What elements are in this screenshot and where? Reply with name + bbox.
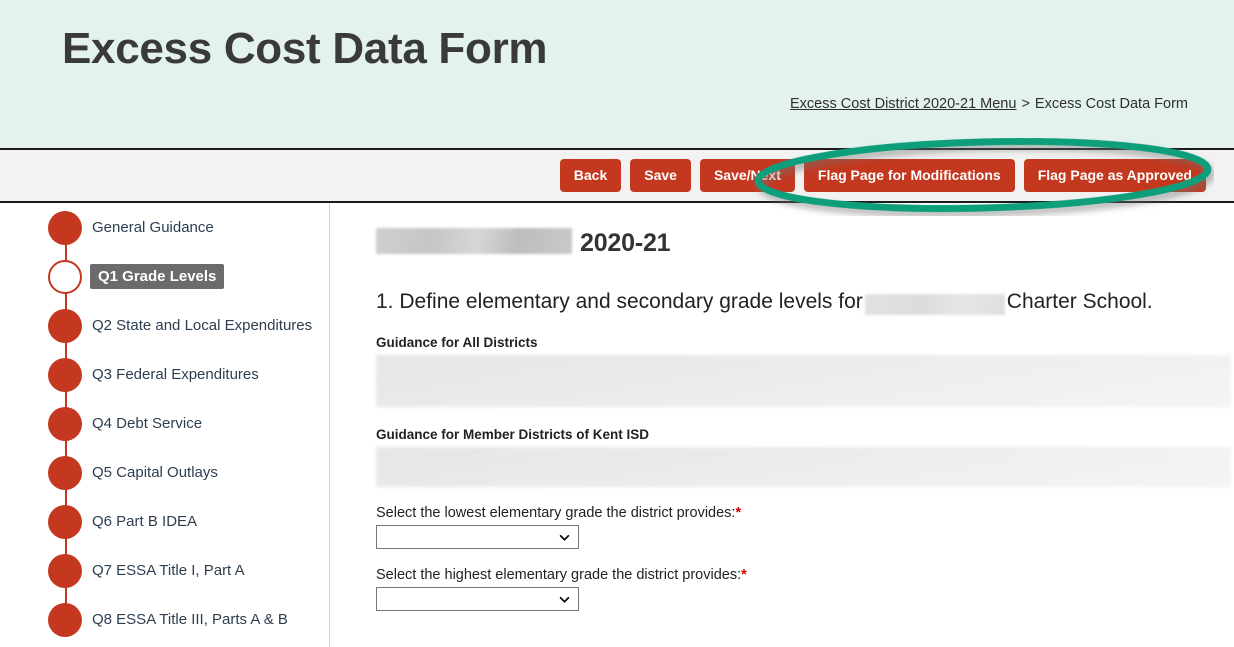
flag-page-for-modifications-button[interactable]: Flag Page for Modifications bbox=[803, 159, 1015, 192]
save-button[interactable]: Save bbox=[630, 159, 691, 192]
sidebar-item-q2-state-local-expenditures[interactable]: Q2 State and Local Expenditures bbox=[0, 277, 330, 350]
guidance-all-districts-content bbox=[376, 355, 1231, 408]
breadcrumb-separator: > bbox=[1021, 96, 1030, 112]
field-label-text: Select the highest elementary grade the … bbox=[376, 567, 742, 584]
nav-step-dot-icon bbox=[48, 406, 82, 441]
page-title: Excess Cost Data Form bbox=[62, 24, 548, 73]
sidebar-item-label: Q3 Federal Expenditures bbox=[92, 366, 259, 383]
nav-step-dot-icon bbox=[48, 210, 82, 245]
lowest-elementary-grade-label: Select the lowest elementary grade the d… bbox=[376, 505, 1234, 521]
school-year-label: 2020-21 bbox=[580, 229, 671, 257]
sidebar-item-q6-part-b-idea[interactable]: Q6 Part B IDEA bbox=[0, 473, 330, 546]
sidebar-item-q3-federal-expenditures[interactable]: Q3 Federal Expenditures bbox=[0, 326, 330, 399]
question-suffix: Charter School. bbox=[1006, 290, 1153, 313]
field-label-text: Select the lowest elementary grade the d… bbox=[376, 505, 736, 522]
lowest-elementary-grade-select[interactable] bbox=[376, 525, 579, 550]
nav-list: General Guidance Q1 Grade Levels Q2 Stat… bbox=[0, 203, 330, 644]
chevron-down-icon bbox=[559, 596, 570, 603]
page-header: Excess Cost Data Form Excess Cost Distri… bbox=[0, 0, 1234, 148]
guidance-all-districts-label: Guidance for All Districts bbox=[376, 335, 538, 351]
sidebar-item-label: Q2 State and Local Expenditures bbox=[92, 317, 313, 334]
district-year-heading: 2020-21 bbox=[376, 225, 1234, 259]
sidebar-item-q7-essa-title-i-part-a[interactable]: Q7 ESSA Title I, Part A bbox=[0, 522, 330, 595]
sidebar-item-label: Q6 Part B IDEA bbox=[92, 513, 198, 530]
question-prefix: 1. Define elementary and secondary grade… bbox=[376, 290, 863, 313]
question-1-text: 1. Define elementary and secondary grade… bbox=[376, 289, 1234, 315]
nav-step-dot-icon bbox=[48, 357, 82, 392]
sidebar-item-label: Q4 Debt Service bbox=[92, 415, 203, 432]
nav-step-dot-icon bbox=[48, 602, 82, 637]
highest-elementary-grade-label: Select the highest elementary grade the … bbox=[376, 567, 1234, 583]
sidebar-item-label: Q7 ESSA Title I, Part A bbox=[92, 562, 245, 579]
redacted-school-name bbox=[864, 293, 1005, 315]
flag-page-as-approved-button[interactable]: Flag Page as Approved bbox=[1023, 159, 1206, 192]
action-toolbar: Back Save Save/Next Flag Page for Modifi… bbox=[0, 148, 1234, 203]
guidance-kent-isd-label: Guidance for Member Districts of Kent IS… bbox=[376, 427, 650, 443]
sidebar-item-q1-grade-levels[interactable]: Q1 Grade Levels bbox=[0, 228, 330, 301]
nav-step-dot-icon bbox=[48, 308, 82, 343]
chevron-down-icon bbox=[559, 534, 570, 541]
redacted-district-name bbox=[376, 228, 572, 254]
sidebar-item-label: Q8 ESSA Title III, Parts A & B bbox=[92, 611, 288, 628]
page-body: General Guidance Q1 Grade Levels Q2 Stat… bbox=[0, 203, 1234, 647]
breadcrumb-current: Excess Cost Data Form bbox=[1034, 96, 1188, 112]
back-button[interactable]: Back bbox=[559, 159, 622, 192]
form-content-area: 2020-21 1. Define elementary and seconda… bbox=[331, 203, 1234, 647]
sidebar-item-general-guidance[interactable]: General Guidance bbox=[0, 203, 330, 252]
save-next-button[interactable]: Save/Next bbox=[699, 159, 795, 192]
toolbar-button-group: Back Save Save/Next Flag Page for Modifi… bbox=[559, 150, 1206, 201]
nav-step-dot-icon bbox=[48, 504, 82, 539]
sidebar-item-q4-debt-service[interactable]: Q4 Debt Service bbox=[0, 375, 330, 448]
sidebar-item-q8-essa-title-iii-parts-a-b[interactable]: Q8 ESSA Title III, Parts A & B bbox=[0, 571, 330, 644]
nav-step-dot-active-icon bbox=[48, 259, 82, 294]
sidebar-item-label: Q1 Grade Levels bbox=[90, 264, 225, 289]
nav-step-dot-icon bbox=[48, 553, 82, 588]
breadcrumb-link-district-menu[interactable]: Excess Cost District 2020-21 Menu bbox=[790, 96, 1016, 112]
excess-cost-data-form-page: Excess Cost Data Form Excess Cost Distri… bbox=[0, 0, 1234, 647]
sidebar-item-label: General Guidance bbox=[92, 219, 214, 236]
section-navigation-sidebar: General Guidance Q1 Grade Levels Q2 Stat… bbox=[0, 203, 330, 647]
highest-elementary-grade-select[interactable] bbox=[376, 587, 579, 612]
sidebar-item-q5-capital-outlays[interactable]: Q5 Capital Outlays bbox=[0, 424, 330, 497]
required-marker: * bbox=[735, 505, 742, 522]
required-marker: * bbox=[741, 567, 747, 584]
nav-step-dot-icon bbox=[48, 455, 82, 490]
breadcrumb: Excess Cost District 2020-21 Menu > Excess… bbox=[790, 96, 1188, 113]
sidebar-item-label: Q5 Capital Outlays bbox=[92, 464, 218, 481]
guidance-kent-isd-content bbox=[376, 447, 1231, 488]
